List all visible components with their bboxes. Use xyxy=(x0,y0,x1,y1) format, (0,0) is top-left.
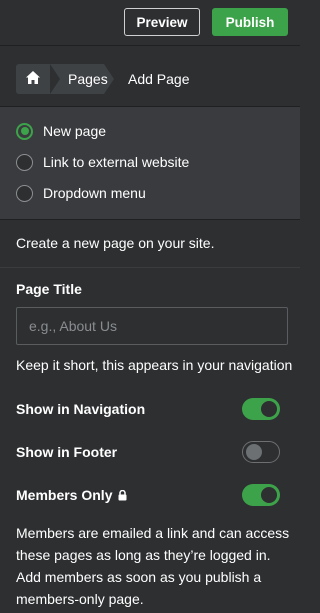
page-title-hint: Keep it short, this appears in your navi… xyxy=(16,357,293,373)
radio-dropdown-menu[interactable]: Dropdown menu xyxy=(16,182,146,204)
breadcrumb-current: Add Page xyxy=(128,71,190,87)
show-in-footer-row: Show in Footer xyxy=(16,440,280,464)
show-in-footer-toggle[interactable] xyxy=(242,441,280,463)
members-only-label-group: Members Only xyxy=(16,487,127,503)
page-title-label: Page Title xyxy=(16,281,82,297)
radio-new-page[interactable]: New page xyxy=(16,120,106,142)
members-only-toggle[interactable] xyxy=(242,484,280,506)
toggle-knob xyxy=(261,401,277,417)
breadcrumb: Pages Add Page xyxy=(0,46,300,106)
show-in-navigation-toggle[interactable] xyxy=(242,398,280,420)
breadcrumb-home[interactable] xyxy=(16,64,50,94)
breadcrumb-pages[interactable]: Pages xyxy=(50,64,114,94)
radio-label: Dropdown menu xyxy=(43,185,146,201)
home-icon xyxy=(26,71,40,87)
page-title-input[interactable] xyxy=(16,307,288,345)
members-only-row: Members Only xyxy=(16,483,280,507)
page-description: Create a new page on your site. xyxy=(16,235,215,251)
radio-label: Link to external website xyxy=(43,154,190,170)
page-type-options: New page Link to external website Dropdo… xyxy=(0,107,300,219)
radio-link-external[interactable]: Link to external website xyxy=(16,151,189,173)
members-only-note: Members are emailed a link and can acces… xyxy=(16,525,290,607)
show-in-footer-label: Show in Footer xyxy=(16,444,118,460)
toggle-knob xyxy=(261,487,277,503)
radio-button-checked[interactable] xyxy=(16,122,33,140)
top-action-bar: Preview Publish xyxy=(0,0,300,45)
show-in-navigation-row: Show in Navigation xyxy=(16,397,280,421)
lock-icon xyxy=(118,489,127,501)
members-only-label: Members Only xyxy=(16,487,113,503)
toggle-knob xyxy=(246,443,262,460)
breadcrumb-pages-label: Pages xyxy=(68,71,108,87)
options-divider xyxy=(0,219,300,220)
preview-button[interactable]: Preview xyxy=(124,8,200,36)
radio-label: New page xyxy=(43,123,107,139)
publish-button[interactable]: Publish xyxy=(212,8,288,36)
radio-button[interactable] xyxy=(16,184,33,202)
radio-button[interactable] xyxy=(16,153,33,171)
section-divider xyxy=(0,267,300,268)
show-in-navigation-label: Show in Navigation xyxy=(16,401,146,417)
